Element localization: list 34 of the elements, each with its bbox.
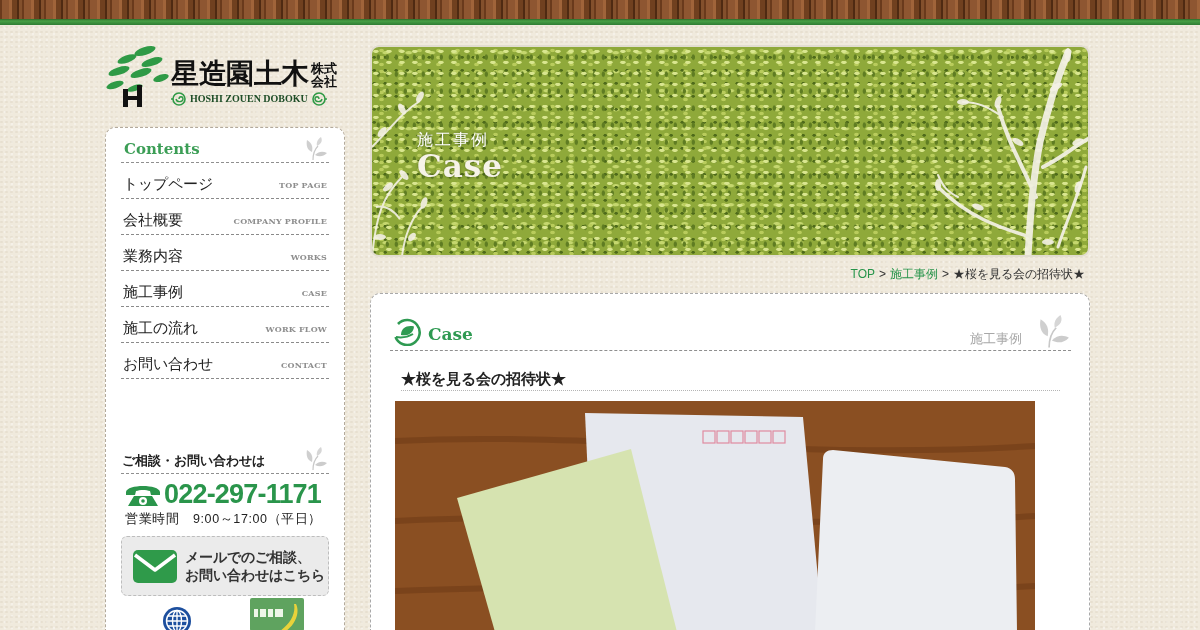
- nav-sublabel: WORK FLOW: [265, 323, 327, 335]
- nav-sublabel: TOP PAGE: [279, 179, 327, 191]
- business-hours: 営業時間 9:00～17:00（平日）: [124, 511, 323, 528]
- swirl-icon: [310, 92, 327, 106]
- leaf-ring-icon: [393, 318, 421, 346]
- nav-sublabel: WORKS: [290, 251, 327, 263]
- company-name: 星造園土木: [171, 60, 309, 88]
- swirl-icon: [171, 92, 187, 106]
- breadcrumb-current: ★桜を見る会の招待状★: [953, 267, 1085, 282]
- nav-sublabel: CASE: [301, 287, 327, 299]
- breadcrumb-separator: >: [942, 267, 949, 282]
- company-type: 株式会社: [310, 62, 337, 88]
- phone-number: 022-297-1171: [164, 481, 322, 508]
- sidebar-title: Contents: [124, 142, 200, 157]
- nav-sublabel: COMPANY PROFILE: [233, 215, 327, 227]
- badge-icon: [250, 598, 304, 630]
- post-title: ★桜を見る会の招待状★: [401, 369, 1060, 391]
- nav-link[interactable]: 施工の流れ: [123, 319, 198, 337]
- section-subtitle: 施工事例: [970, 331, 1022, 345]
- contact-heading: ご相談・お問い合わせは: [122, 455, 265, 469]
- mail-icon: [133, 549, 177, 583]
- company-romaji: HOSHI ZOUEN DOBOKU: [190, 94, 308, 104]
- banner-subtitle: 施工事例: [417, 131, 490, 149]
- nav-link[interactable]: 会社概要: [123, 211, 183, 229]
- nav-link[interactable]: 業務内容: [123, 247, 183, 265]
- banner-title: Case: [417, 148, 503, 183]
- nav-sublabel: CONTACT: [280, 359, 327, 371]
- nav-link[interactable]: 施工事例: [123, 283, 183, 301]
- tree-logo-icon: [105, 45, 169, 107]
- mail-button[interactable]: メールでのご相談、 お問い合わせはこちら: [121, 536, 329, 597]
- section-title: Case: [428, 325, 473, 343]
- nav-link[interactable]: お問い合わせ: [123, 355, 213, 373]
- nav-link[interactable]: トップページ: [123, 175, 213, 193]
- breadcrumb-separator: >: [878, 267, 886, 282]
